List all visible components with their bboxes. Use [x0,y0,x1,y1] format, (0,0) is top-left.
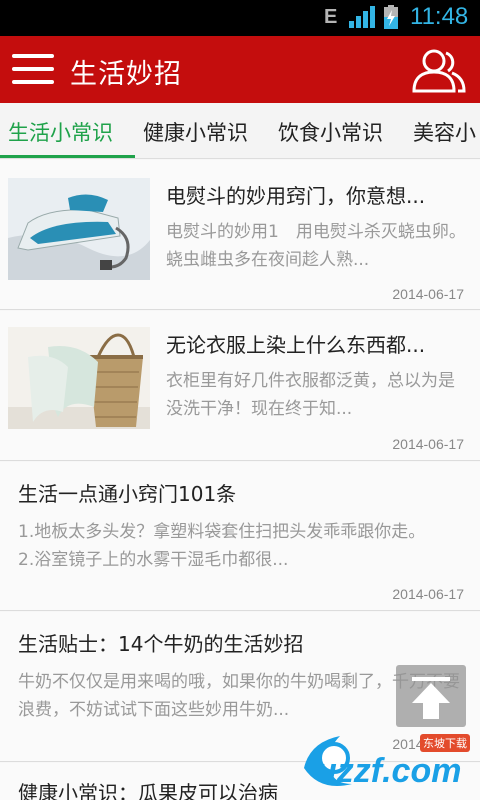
item-title: 生活贴士：14个牛奶的生活妙招 [18,632,304,656]
item-desc: 衣柜里有好几件衣服都泛黄，总以为是没洗干净！现在终于知... [166,371,455,419]
clock: 11:48 [410,3,469,30]
battery-charging-icon [384,5,398,29]
laundry-basket-image [8,327,150,429]
network-type: E [324,6,338,28]
status-bar: E 11:48 [0,0,480,36]
list-item[interactable]: 无论衣服上染上什么东西都... 衣柜里有好几件衣服都泛黄，总以为是没洗干净！现在… [0,311,480,461]
hamburger-menu-icon[interactable] [12,54,54,86]
app-bar: 生活妙招 [0,36,480,103]
tab-health-tips[interactable]: 健康小常识 [143,117,248,147]
watermark-sub: 东坡下载 [420,734,470,752]
list-item[interactable]: 生活一点通小窍门101条 1.地板太多头发？拿塑料袋套住扫把头发乖乖跟你走。 2… [0,462,480,611]
app-title: 生活妙招 [70,59,182,90]
tab-diet-tips[interactable]: 饮食小常识 [278,117,383,147]
item-desc: 电熨斗的妙用1 用电熨斗杀灭蛲虫卵。蛲虫雌虫多在夜间趁人熟... [166,222,466,270]
category-tabs: 生活小常识 健康小常识 饮食小常识 美容小 [0,103,480,159]
tab-indicator [0,155,135,158]
arrow-up-icon [412,677,450,719]
signal-icon [349,6,375,28]
list-item[interactable]: 电熨斗的妙用窍门，你意想... 电熨斗的妙用1 用电熨斗杀灭蛲虫卵。蛲虫雌虫多在… [0,160,480,310]
item-title: 无论衣服上染上什么东西都... [166,333,426,357]
iron-image [8,178,150,280]
item-date: 2014-06-17 [392,586,464,602]
item-date: 2014-06-17 [392,436,464,452]
item-date: 2014-06-17 [392,286,464,302]
watermark-text: uzzf.com [316,752,462,790]
users-icon[interactable] [410,46,466,94]
tab-beauty-tips[interactable]: 美容小 [413,117,476,147]
item-title: 电熨斗的妙用窍门，你意想... [166,184,426,208]
scroll-top-button[interactable] [396,665,466,727]
item-desc: 1.地板太多头发？拿塑料袋套住扫把头发乖乖跟你走。 2.浴室镜子上的水雾干湿毛巾… [18,522,451,570]
item-title: 生活一点通小窍门101条 [18,482,237,506]
tab-life-tips[interactable]: 生活小常识 [8,117,113,147]
